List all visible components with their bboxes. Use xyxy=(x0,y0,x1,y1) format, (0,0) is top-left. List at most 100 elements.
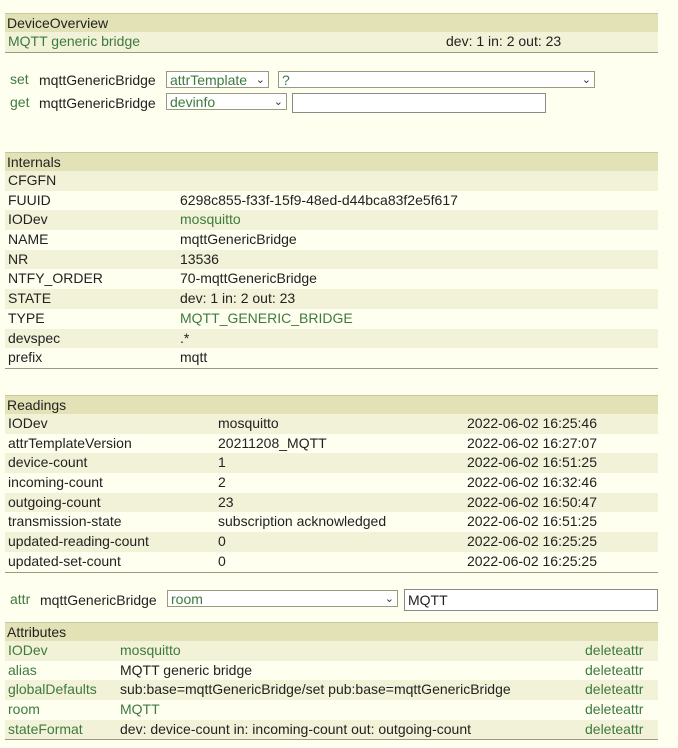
deleteattr-link[interactable]: deleteattr xyxy=(585,720,643,740)
reading-time: 2022-06-02 16:51:25 xyxy=(467,454,597,471)
reading-time: 2022-06-02 16:25:25 xyxy=(467,533,597,550)
deleteattr-link[interactable]: deleteattr xyxy=(585,641,643,661)
get-command-select[interactable]: devinfo ⌄ xyxy=(166,93,287,110)
table-row: devspec .* xyxy=(5,328,658,349)
reading-name: device-count xyxy=(8,454,88,471)
reading-value: 20211208_MQTT xyxy=(218,434,327,451)
table-row: STATE dev: 1 in: 2 out: 23 xyxy=(5,289,658,309)
attr-name-select[interactable]: room ⌄ xyxy=(167,590,398,607)
reading-time: 2022-06-02 16:32:46 xyxy=(467,474,597,491)
reading-value: mosquitto xyxy=(218,415,279,431)
internal-name: devspec xyxy=(8,329,61,346)
attributes-header: Attributes xyxy=(5,622,658,641)
table-row: outgoing-count 23 2022-06-02 16:50:47 xyxy=(5,492,658,513)
reading-value: subscription acknowledged xyxy=(218,513,387,530)
internal-value: dev: 1 in: 2 out: 23 xyxy=(180,290,296,307)
internal-value: mqtt xyxy=(180,349,208,366)
internal-name: TYPE xyxy=(8,309,45,326)
reading-time: 2022-06-02 16:27:07 xyxy=(467,434,597,451)
reading-name: IODev xyxy=(8,415,48,431)
get-command-label[interactable]: get xyxy=(10,94,29,110)
table-row: IODev mosquitto xyxy=(5,210,658,231)
reading-value: 23 xyxy=(218,493,234,510)
reading-time: 2022-06-02 16:51:25 xyxy=(467,513,597,530)
device-overview-header: DeviceOverview xyxy=(5,13,658,32)
reading-time: 2022-06-02 16:25:46 xyxy=(467,415,597,431)
table-row: globalDefaults sub:base=mqttGenericBridge… xyxy=(5,680,658,701)
reading-name: updated-set-count xyxy=(8,552,121,569)
device-alias-link[interactable]: MQTT generic bridge xyxy=(8,33,140,49)
table-row: updated-set-count 0 2022-06-02 16:25:25 xyxy=(5,551,658,572)
chevron-down-icon: ⌄ xyxy=(384,593,394,605)
reading-time: 2022-06-02 16:50:47 xyxy=(467,493,597,510)
table-row: device-count 1 2022-06-02 16:51:25 xyxy=(5,453,658,474)
reading-name: incoming-count xyxy=(8,474,103,491)
device-overview: DeviceOverview MQTT generic bridge dev: … xyxy=(5,13,658,53)
table-row: IODev mosquitto deleteattr xyxy=(5,641,658,661)
attr-value-input[interactable]: MQTT xyxy=(404,589,658,611)
get-device-name: mqttGenericBridge xyxy=(39,95,156,111)
set-command-select[interactable]: attrTemplate ⌄ xyxy=(166,71,269,88)
table-row: NAME mqttGenericBridge xyxy=(5,230,658,250)
reading-name: outgoing-count xyxy=(8,493,101,510)
internal-name: CFGFN xyxy=(8,172,57,188)
internal-value: 6298c855-f33f-15f9-48ed-d44bca83f2e5f617 xyxy=(180,191,458,208)
internals-table: Internals CFGFN FUUID 6298c855-f33f-15f9-4… xyxy=(5,152,658,369)
chevron-down-icon: ⌄ xyxy=(255,74,265,86)
table-row: IODev mosquitto 2022-06-02 16:25:46 xyxy=(5,414,658,434)
attr-device-name: mqttGenericBridge xyxy=(40,592,157,608)
internal-value: mqttGenericBridge xyxy=(180,231,297,248)
internal-value: 70-mqttGenericBridge xyxy=(180,270,317,287)
internal-value: 13536 xyxy=(180,250,219,267)
internal-value[interactable]: mosquitto xyxy=(180,210,241,230)
table-row: CFGFN xyxy=(5,171,658,191)
deleteattr-link[interactable]: deleteattr xyxy=(585,680,643,700)
deleteattr-link[interactable]: deleteattr xyxy=(585,661,643,681)
reading-value: 0 xyxy=(218,552,226,569)
set-command-label[interactable]: set xyxy=(10,71,29,87)
get-value-input[interactable] xyxy=(292,93,546,113)
table-row: attrTemplateVersion 20211208_MQTT 2022-06-… xyxy=(5,433,658,454)
table-row: TYPE MQTT_GENERIC_BRIDGE xyxy=(5,308,658,329)
internal-name: FUUID xyxy=(8,191,51,208)
deleteattr-link[interactable]: deleteattr xyxy=(585,700,643,720)
attribute-name-link[interactable]: stateFormat xyxy=(8,721,83,737)
table-row: alias MQTT generic bridge deleteattr xyxy=(5,660,658,681)
internal-name: STATE xyxy=(8,290,52,307)
reading-value: 1 xyxy=(218,454,226,471)
internal-value[interactable]: MQTT_GENERIC_BRIDGE xyxy=(180,309,353,329)
reading-value: 2 xyxy=(218,474,226,491)
internal-name: prefix xyxy=(8,349,43,366)
attribute-value[interactable]: MQTT xyxy=(120,700,160,720)
attribute-value: sub:base=mqttGenericBridge/set pub:base=… xyxy=(120,681,511,698)
internal-name: NR xyxy=(8,250,29,267)
set-device-name: mqttGenericBridge xyxy=(39,72,156,88)
attribute-value: MQTT generic bridge xyxy=(120,661,253,678)
table-row: NTFY_ORDER 70-mqttGenericBridge xyxy=(5,269,658,290)
set-value-select[interactable]: ? ⌄ xyxy=(278,71,595,88)
attribute-name-link[interactable]: IODev xyxy=(8,642,48,658)
table-row: stateFormat dev: device-count in: incomin… xyxy=(5,719,658,740)
attribute-name-link[interactable]: alias xyxy=(8,662,37,678)
chevron-down-icon: ⌄ xyxy=(273,96,283,108)
chevron-down-icon: ⌄ xyxy=(581,74,591,86)
attribute-value[interactable]: mosquitto xyxy=(120,641,181,661)
internal-name: IODev xyxy=(8,211,48,228)
readings-header: Readings xyxy=(5,395,658,414)
attribute-name-link[interactable]: room xyxy=(8,701,40,717)
attribute-name-link[interactable]: globalDefaults xyxy=(8,681,97,697)
reading-name: attrTemplateVersion xyxy=(8,434,132,451)
internal-name: NAME xyxy=(8,231,49,248)
internals-header: Internals xyxy=(5,152,658,171)
table-row: transmission-state subscription acknowled… xyxy=(5,512,658,533)
internal-value: .* xyxy=(180,329,190,346)
table-row: incoming-count 2 2022-06-02 16:32:46 xyxy=(5,473,658,493)
attr-command-label[interactable]: attr xyxy=(10,591,30,607)
table-row: room MQTT deleteattr xyxy=(5,700,658,720)
attribute-value: dev: device-count in: incoming-count out… xyxy=(120,720,471,737)
attributes-table: Attributes IODev mosquitto deleteattr alias… xyxy=(5,622,658,741)
internal-name: NTFY_ORDER xyxy=(8,270,103,287)
device-state: dev: 1 in: 2 out: 23 xyxy=(446,33,562,49)
table-row: NR 13536 xyxy=(5,249,658,270)
table-row: prefix mqtt xyxy=(5,348,658,368)
